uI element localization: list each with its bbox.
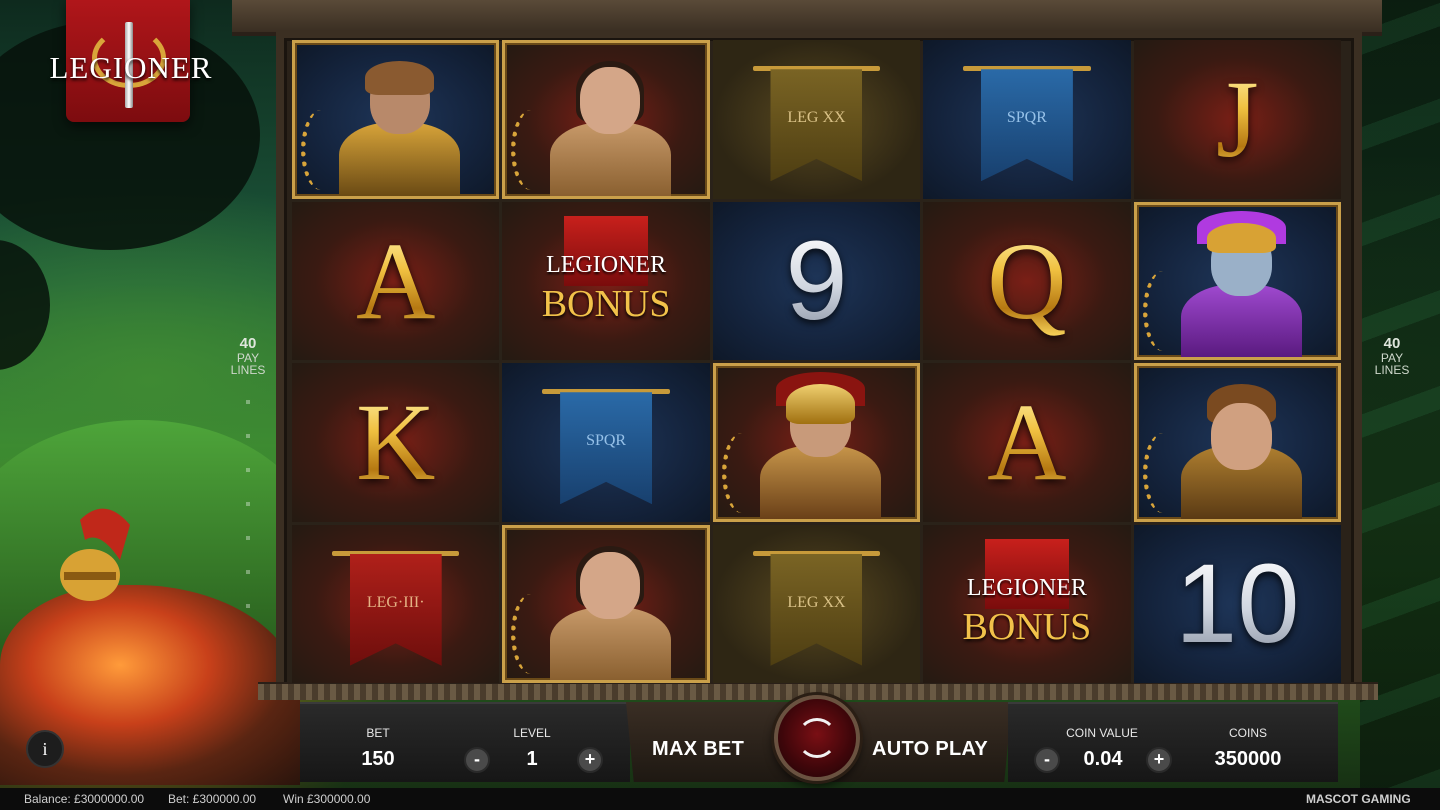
bonus-title: LEGIONER [966, 574, 1087, 601]
gold-helmet-centurion-icon [716, 366, 917, 519]
banner-icon: LEG XX [770, 553, 863, 666]
bet-value: 150 [361, 748, 395, 770]
paylines-left: 40 PAY LINES [218, 336, 278, 377]
banner-icon: LEG XX [770, 69, 863, 182]
info-button[interactable]: i [26, 730, 64, 768]
banner-text: LEG XX [787, 593, 846, 611]
balance-text: Balance: £3000000.00 [24, 792, 145, 806]
symbol-woman [502, 40, 710, 199]
letter-q: Q [987, 219, 1067, 342]
symbol-banner-leg-xx: LEG XX [712, 40, 921, 199]
symbol-banner-spqr: SPQR [923, 40, 1131, 199]
level-value: 1 [526, 748, 538, 770]
symbol-a: A [292, 201, 500, 360]
status-bar: Balance: £3000000.00 Bet: £300000.00 Win… [0, 788, 1440, 810]
symbol-banner-spqr: SPQR [502, 363, 710, 522]
symbol-bonus: LEGIONER BONUS [502, 201, 710, 360]
paylines-count: 40 [239, 335, 257, 352]
banner-text: LEG XX [787, 109, 846, 127]
woman-icon [505, 43, 706, 196]
spin-button[interactable] [774, 695, 860, 781]
max-bet-button[interactable]: MAX BET [652, 738, 744, 761]
win-text: Win £300000.00 [283, 792, 371, 806]
spin-icon [797, 718, 837, 758]
paylines-label: LINES [230, 363, 266, 378]
bonus-icon: LEGIONER BONUS [516, 215, 696, 346]
level-decrease-button[interactable]: - [464, 747, 490, 773]
auto-play-button[interactable]: AUTO PLAY [872, 738, 988, 761]
symbol-a: A [923, 363, 1131, 522]
coin-value-label: COIN VALUE [1066, 726, 1138, 740]
tree-foliage-left-lower [0, 240, 50, 370]
bonus-subtitle: BONUS [962, 605, 1092, 648]
purple-crest-legionary-icon [1137, 205, 1338, 357]
banner-text: LEG·III· [366, 593, 425, 611]
symbol-j: J [1133, 40, 1341, 199]
number-9: 9 [785, 217, 848, 343]
woman-icon [505, 528, 706, 680]
bet-label: BET [366, 726, 390, 740]
roman-helmet-icon [60, 508, 130, 601]
level-increase-button[interactable]: + [577, 747, 603, 773]
coin-value: 0.04 [1083, 748, 1123, 770]
reel-grid: LEG XX SPQR J A LEGIONER BONUS 9 Q K SPQ… [292, 40, 1341, 683]
symbol-eyepatch-warrior [292, 40, 500, 199]
letter-a: A [987, 381, 1067, 504]
coin-value-increase-button[interactable]: + [1146, 747, 1172, 773]
level-label: LEVEL [513, 726, 551, 740]
paylines-right: 40 PAY LINES [1362, 336, 1422, 377]
bonus-title: LEGIONER [546, 251, 667, 278]
banner-icon: SPQR [980, 69, 1073, 182]
symbol-young-soldier [1133, 363, 1341, 522]
letter-j: J [1215, 58, 1259, 181]
bet-text: Bet: £300000.00 [168, 792, 257, 806]
bonus-icon: LEGIONER BONUS [937, 538, 1117, 669]
banner-text: SPQR [586, 432, 627, 450]
symbol-woman [502, 524, 710, 683]
symbol-gold-helmet-centurion [712, 363, 921, 522]
coin-value-decrease-button[interactable]: - [1034, 747, 1060, 773]
symbol-k: K [292, 363, 500, 522]
young-soldier-icon [1137, 366, 1338, 519]
coins-value: 350000 [1214, 748, 1282, 770]
symbol-purple-crest-legionary [1133, 201, 1341, 360]
symbol-bonus: LEGIONER BONUS [923, 524, 1131, 683]
letter-a: A [355, 219, 436, 342]
bonus-subtitle: BONUS [541, 282, 671, 325]
letter-k: K [355, 381, 436, 504]
number-10: 10 [1175, 540, 1300, 666]
banner-icon: LEG·III· [349, 553, 442, 666]
symbol-q: Q [923, 201, 1131, 360]
symbol-9: 9 [712, 201, 921, 360]
symbol-10: 10 [1133, 524, 1341, 683]
banner-icon: SPQR [560, 392, 653, 505]
paylines-label: LINES [1374, 363, 1410, 378]
provider-text: MASCOT GAMING [1306, 792, 1411, 806]
symbol-banner-leg-iii: LEG·III· [292, 524, 500, 683]
eyepatch-warrior-icon [295, 43, 496, 196]
game-logo: LEGIONER [49, 50, 213, 85]
paylines-count: 40 [1383, 335, 1401, 352]
coins-label: COINS [1228, 726, 1267, 740]
symbol-banner-leg-xx: LEG XX [712, 524, 921, 683]
payline-markers-left [246, 400, 250, 620]
banner-text: SPQR [1006, 109, 1047, 127]
